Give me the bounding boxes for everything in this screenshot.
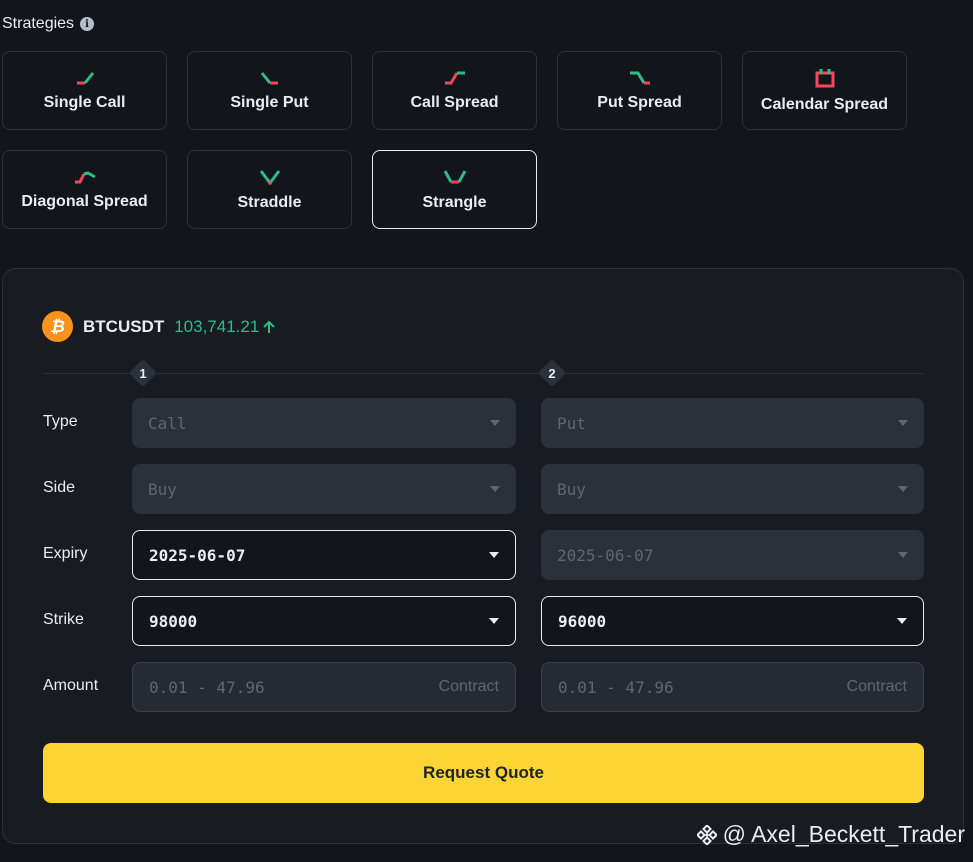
watermark-text: @ Axel_Beckett_Trader: [722, 821, 965, 847]
strategy-strangle-button[interactable]: Strangle: [372, 150, 537, 229]
chevron-down-icon: [897, 618, 907, 624]
ticker-price: 103,741.21: [174, 316, 276, 337]
leg1-side-select[interactable]: Buy: [132, 464, 516, 514]
leg2-amount-input[interactable]: 0.01 - 47.96 Contract: [541, 662, 924, 712]
ticker-symbol: BTCUSDT: [83, 316, 165, 336]
strike-label: Strike: [43, 611, 84, 628]
leg1-expiry-value: 2025-06-07: [149, 545, 246, 565]
leg2-amount-placeholder: 0.01 - 47.96: [558, 677, 674, 697]
strategies-title: Strategies: [2, 15, 75, 32]
strategy-label: Straddle: [237, 193, 302, 211]
leg2-strike-select[interactable]: 96000: [541, 596, 924, 646]
strategies-header: Strategies i: [2, 15, 95, 33]
leg1-side-value: Buy: [148, 479, 177, 499]
strategy-label: Calendar Spread: [760, 95, 889, 113]
strategy-call-spread-button[interactable]: Call Spread: [372, 51, 537, 130]
chevron-down-icon: [489, 552, 499, 558]
chevron-down-icon: [898, 486, 908, 492]
side-label: Side: [43, 479, 76, 496]
expiry-label: Expiry: [43, 545, 88, 562]
leg-2-number: 2: [548, 365, 556, 381]
single-call-icon: [76, 71, 94, 84]
strategy-single-put-button[interactable]: Single Put: [187, 51, 352, 130]
leg1-strike-select[interactable]: 98000: [132, 596, 516, 646]
strategy-label: Strangle: [422, 193, 487, 211]
strategy-label: Put Spread: [597, 93, 682, 111]
leg1-amount-placeholder: 0.01 - 47.96: [149, 677, 265, 697]
leg1-amount-input[interactable]: 0.01 - 47.96 Contract: [132, 662, 516, 712]
leg1-expiry-select[interactable]: 2025-06-07: [132, 530, 516, 580]
type-label: Type: [43, 413, 78, 430]
arrow-up-icon: [263, 320, 276, 333]
leg2-side-value: Buy: [557, 479, 586, 499]
call-spread-icon: [444, 71, 465, 84]
strategy-label: Call Spread: [410, 93, 499, 111]
ticker-price-value: 103,741.21: [174, 316, 260, 336]
chevron-down-icon: [489, 618, 499, 624]
strategy-diagonal-spread-button[interactable]: Diagonal Spread: [2, 150, 167, 229]
chevron-down-icon: [490, 486, 500, 492]
leg2-type-value: Put: [557, 413, 586, 433]
strategy-label: Single Put: [230, 93, 309, 111]
legs-divider: [43, 373, 924, 374]
bitcoin-icon: ₿: [42, 311, 73, 342]
ticker: ₿ BTCUSDT 103,741.21: [42, 311, 276, 342]
calendar-spread-icon: [815, 68, 834, 87]
diagonal-spread-icon: [74, 170, 96, 183]
single-put-icon: [260, 71, 278, 84]
amount-label: Amount: [43, 677, 99, 694]
leg2-expiry-select[interactable]: 2025-06-07: [541, 530, 924, 580]
strategy-put-spread-button[interactable]: Put Spread: [557, 51, 722, 130]
strangle-icon: [443, 169, 466, 183]
leg1-type-value: Call: [148, 413, 187, 433]
leg2-type-select[interactable]: Put: [541, 398, 924, 448]
chevron-down-icon: [490, 420, 500, 426]
leg2-expiry-value: 2025-06-07: [557, 545, 654, 565]
leg-1-number: 1: [139, 365, 147, 381]
strategy-label: Single Call: [43, 93, 126, 111]
strategy-label: Diagonal Spread: [21, 192, 148, 210]
straddle-icon: [259, 169, 280, 185]
put-spread-icon: [629, 71, 650, 84]
request-quote-button[interactable]: Request Quote: [43, 743, 924, 803]
watermark: @ Axel_Beckett_Trader: [696, 821, 965, 848]
leg1-amount-unit: Contract: [438, 678, 499, 695]
strategy-straddle-button[interactable]: Straddle: [187, 150, 352, 229]
leg2-side-select[interactable]: Buy: [541, 464, 924, 514]
chevron-down-icon: [898, 420, 908, 426]
info-icon[interactable]: i: [80, 17, 95, 31]
leg1-type-select[interactable]: Call: [132, 398, 516, 448]
strategy-calendar-spread-button[interactable]: Calendar Spread: [742, 51, 907, 130]
leg2-amount-unit: Contract: [846, 678, 907, 695]
strategy-single-call-button[interactable]: Single Call: [2, 51, 167, 130]
leg2-strike-value: 96000: [558, 611, 607, 631]
chevron-down-icon: [898, 552, 908, 558]
binance-logo-icon: [696, 824, 717, 845]
leg1-strike-value: 98000: [149, 611, 198, 631]
